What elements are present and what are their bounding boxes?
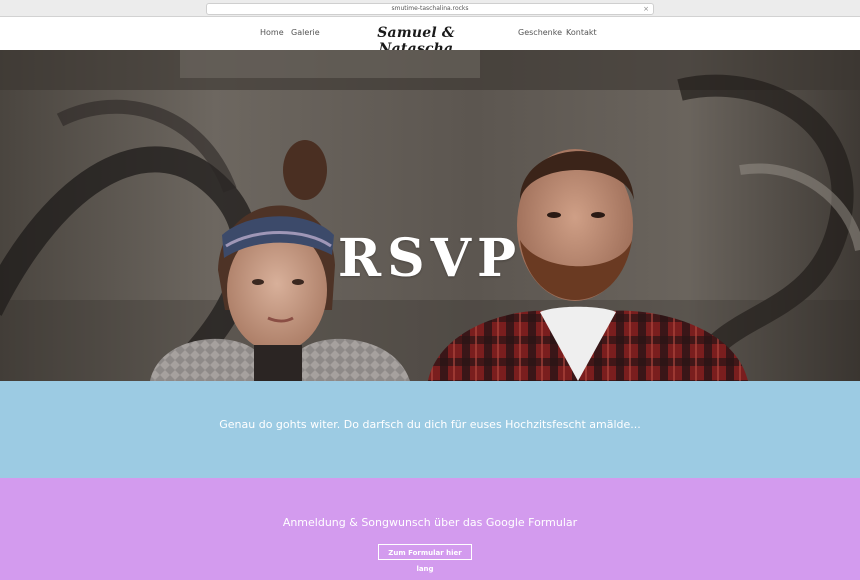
form-link-button[interactable]: Zum Formular hier lang — [378, 544, 472, 573]
site-nav: Home Galerie Samuel & Natascha Geschenke… — [0, 17, 860, 57]
intro-section: Genau do gohts witer. Do darfsch du dich… — [0, 381, 860, 478]
nav-link-galerie[interactable]: Galerie — [291, 28, 320, 37]
nav-link-kontakt[interactable]: Kontakt — [566, 28, 597, 37]
url-field[interactable]: smutime-taschalina.rocks × — [206, 3, 654, 15]
intro-text: Genau do gohts witer. Do darfsch du dich… — [219, 418, 641, 431]
close-icon[interactable]: × — [643, 4, 649, 14]
nav-link-home[interactable]: Home — [260, 28, 284, 37]
form-heading: Anmeldung & Songwunsch über das Google F… — [282, 516, 578, 529]
nav-link-geschenke[interactable]: Geschenke — [518, 28, 562, 37]
url-text: smutime-taschalina.rocks — [391, 5, 469, 12]
hero-banner: RSVP — [0, 50, 860, 381]
browser-bar: smutime-taschalina.rocks × — [0, 0, 860, 17]
hero-title: RSVP — [337, 228, 523, 289]
hero-photo — [0, 50, 860, 381]
form-section: Anmeldung & Songwunsch über das Google F… — [0, 478, 860, 580]
